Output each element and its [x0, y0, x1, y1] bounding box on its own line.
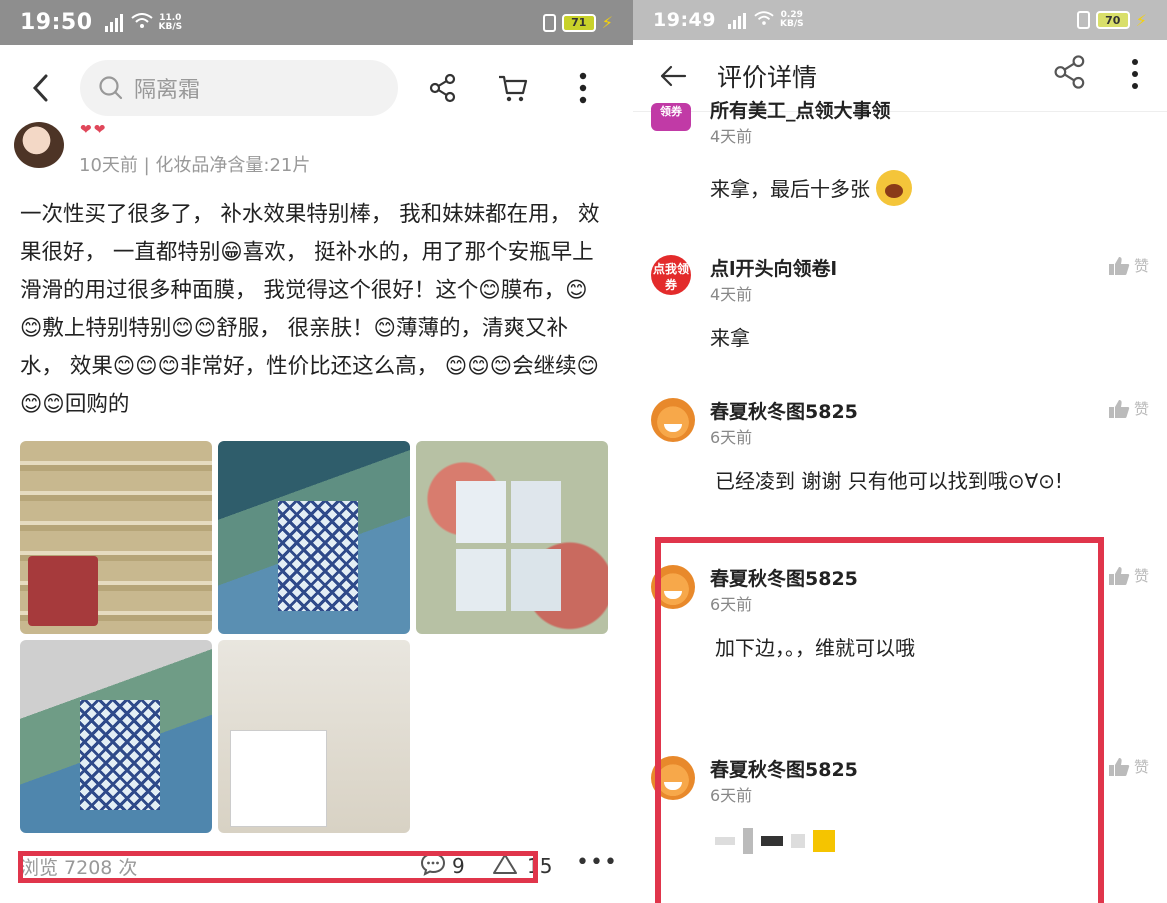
- share-button[interactable]: [408, 45, 478, 130]
- comment-item: 春夏秋冬图5825 6天前 已经凌到 谢谢 只有他可以找到哦⊙∀⊙! 赞: [633, 395, 1167, 515]
- wifi-icon: [130, 12, 153, 33]
- status-bar: 19:50 11.0 KB/S 71 ⚡: [0, 0, 633, 45]
- cart-button[interactable]: [478, 45, 548, 130]
- back-chevron-icon: [32, 74, 48, 101]
- comment-item: 点我领券 点l开头向领卷l 4天前 来拿 赞: [633, 252, 1167, 372]
- thumbs-up-icon: [1109, 757, 1130, 776]
- comment-time: 6天前: [710, 428, 753, 447]
- like-button[interactable]: 赞: [1108, 565, 1164, 586]
- comment-time: 4天前: [710, 127, 753, 146]
- vibrate-icon: [1076, 11, 1090, 29]
- comment-avatar[interactable]: 点我领券: [651, 255, 691, 295]
- battery-icon: 71: [561, 13, 596, 32]
- battery-icon: 70: [1095, 11, 1130, 29]
- signal-icon: [104, 13, 123, 32]
- comment-avatar[interactable]: 领券: [651, 103, 691, 131]
- signal-icon: [727, 11, 746, 29]
- comment-text: 来拿，最后十多张: [710, 170, 913, 206]
- more-vertical-icon: [579, 72, 587, 103]
- like-button[interactable]: 赞: [1108, 756, 1164, 777]
- comment-author: 所有美工_点领大事领: [710, 100, 891, 122]
- more-vertical-icon: [1132, 59, 1138, 89]
- search-input[interactable]: 隔离霜: [80, 59, 398, 116]
- comment-author: 春夏秋冬图5825: [710, 401, 858, 423]
- review-text: 一次性买了很多了， 补水效果特别棒， 我和妹妹都在用， 效果很好， 一直都特别😁…: [20, 202, 600, 417]
- vibrate-icon: [542, 13, 556, 32]
- review-photo[interactable]: [20, 441, 212, 634]
- review-photo[interactable]: [416, 441, 608, 634]
- reviewer-avatar[interactable]: [14, 122, 64, 168]
- thumbs-up-icon: [1109, 566, 1130, 585]
- page-title: 评价详情: [717, 62, 818, 92]
- share-button[interactable]: [1053, 54, 1087, 94]
- like-label: 赞: [1134, 567, 1150, 585]
- review-photo[interactable]: [20, 640, 212, 833]
- comment-avatar[interactable]: [651, 398, 695, 442]
- like-label: 赞: [1134, 257, 1150, 275]
- like-button[interactable]: 赞: [1108, 398, 1164, 419]
- status-bar: 19:49 0.29 KB/S 70 ⚡: [633, 0, 1167, 40]
- back-button[interactable]: [0, 45, 80, 130]
- review-meta: 10天前 | 化妆品净含量:21片: [79, 155, 311, 176]
- share-icon: [1054, 55, 1085, 89]
- like-button[interactable]: 赞: [1108, 255, 1164, 276]
- thumbs-up-icon: [1109, 399, 1130, 418]
- status-time: 19:49: [653, 9, 716, 31]
- more-menu-button[interactable]: [1131, 58, 1139, 94]
- net-speed: 0.29 KB/S: [779, 10, 804, 29]
- cart-icon: [499, 75, 528, 101]
- back-arrow-icon: [660, 65, 687, 86]
- more-menu-button[interactable]: [548, 45, 618, 130]
- more-horizontal-icon[interactable]: •••: [576, 850, 618, 875]
- laughing-emoji-icon: [876, 170, 913, 206]
- right-screenshot: 19:49 0.29 KB/S 70 ⚡ 评价详情 领券 所有美工_点领大事领 4…: [633, 0, 1167, 903]
- net-speed: 11.0 KB/S: [158, 12, 183, 32]
- thumbs-up-icon: [1109, 256, 1130, 275]
- reviewer-name-hearts: ❤❤: [80, 122, 108, 138]
- status-time: 19:50: [20, 10, 93, 35]
- highlight-box-comments: [655, 537, 1104, 903]
- comment-author: 点l开头向领卷l: [710, 258, 838, 280]
- like-label: 赞: [1134, 758, 1150, 776]
- highlight-box-views: [18, 851, 538, 883]
- left-screenshot: 19:50 11.0 KB/S 71 ⚡ 隔离霜 ❤❤ 10天前 | 化妆品净含…: [0, 0, 633, 903]
- review-photo[interactable]: [218, 441, 410, 634]
- review-photo[interactable]: [218, 640, 410, 833]
- top-nav: 隔离霜: [0, 45, 633, 130]
- comment-item: 领券 所有美工_点领大事领 4天前 来拿，最后十多张: [633, 100, 1167, 230]
- search-placeholder: 隔离霜: [134, 77, 201, 103]
- wifi-icon: [754, 10, 774, 30]
- search-icon: [99, 75, 123, 99]
- comment-text: 已经凌到 谢谢 只有他可以找到哦⊙∀⊙!: [715, 469, 1063, 493]
- comment-time: 4天前: [710, 285, 753, 304]
- like-label: 赞: [1134, 400, 1150, 418]
- charging-icon: ⚡: [1135, 10, 1147, 30]
- comment-text: 来拿: [710, 326, 750, 350]
- charging-icon: ⚡: [601, 13, 613, 32]
- share-icon: [429, 73, 456, 102]
